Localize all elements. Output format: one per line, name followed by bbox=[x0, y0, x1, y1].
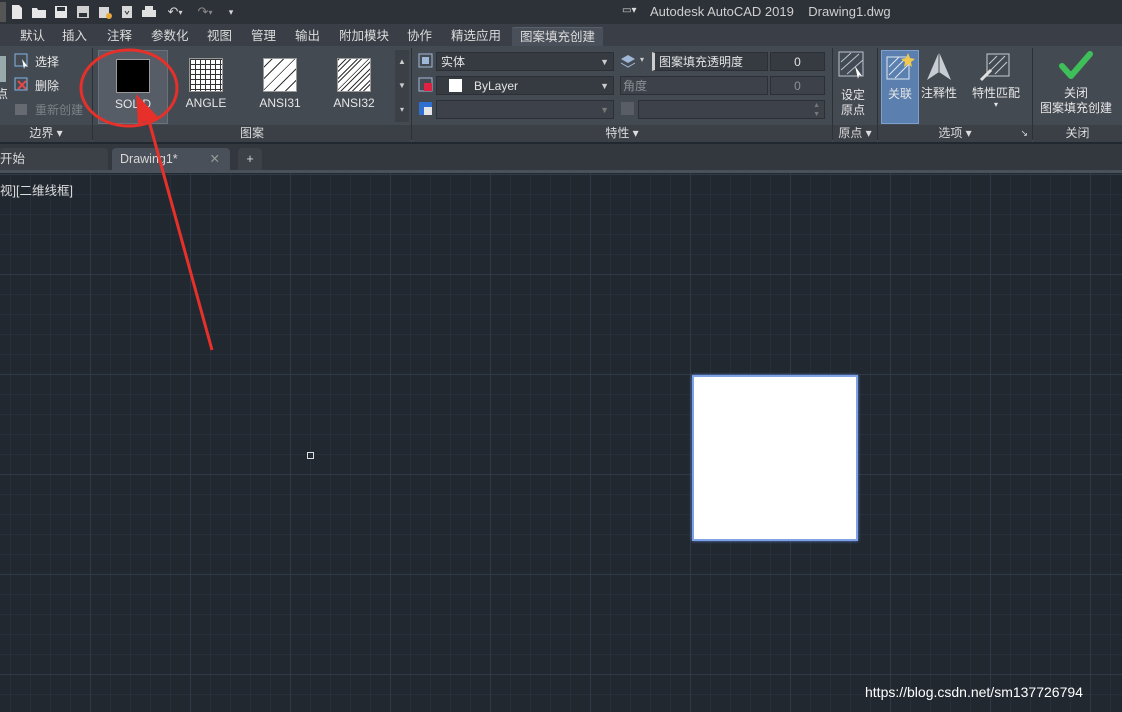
annotation-circle bbox=[79, 48, 179, 128]
watermark: https://blog.csdn.net/sm137726794 bbox=[865, 684, 1083, 700]
annotation-overlay bbox=[79, 48, 214, 351]
annotation-arrow-line bbox=[144, 109, 214, 351]
